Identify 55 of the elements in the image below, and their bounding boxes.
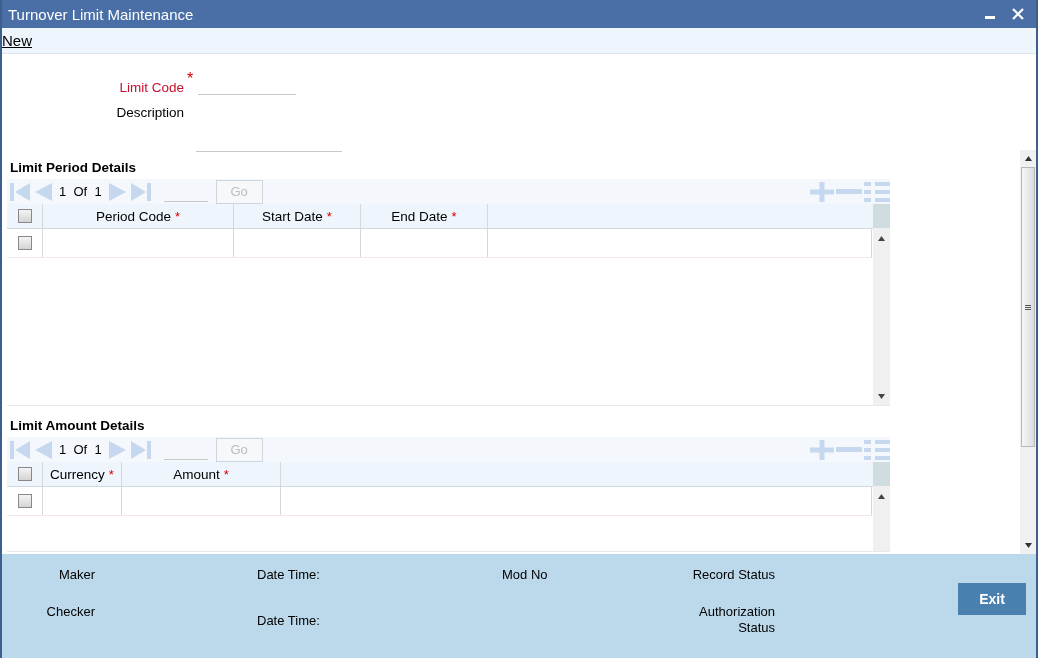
previous-page-icon[interactable] — [33, 180, 53, 203]
table-scrollbar[interactable] — [873, 462, 890, 551]
scroll-down-icon[interactable] — [1024, 543, 1032, 548]
page-indicator: 1 Of 1 — [58, 184, 103, 199]
date-time-label: Date Time: — [257, 613, 321, 630]
add-row-icon[interactable] — [810, 438, 834, 461]
required-mark: * — [175, 208, 181, 224]
close-icon[interactable] — [1012, 8, 1024, 20]
exit-button[interactable]: Exit — [958, 583, 1026, 615]
required-mark: * — [108, 466, 114, 482]
column-header: Period Code — [95, 208, 171, 224]
maker-label: Maker — [57, 567, 95, 584]
required-mark: * — [187, 70, 195, 88]
section-title: Limit Period Details — [10, 160, 138, 175]
last-page-icon[interactable] — [129, 438, 152, 461]
window-title: Turnover Limit Maintenance — [8, 5, 195, 23]
required-mark: * — [326, 208, 332, 224]
previous-page-icon[interactable] — [33, 438, 53, 461]
list-icon[interactable] — [864, 180, 890, 203]
delete-row-icon[interactable] — [836, 446, 862, 453]
row-checkbox[interactable] — [17, 236, 32, 250]
column-header: Amount — [173, 466, 220, 482]
required-mark: * — [451, 208, 457, 224]
date-time-label: Date Time: — [257, 567, 321, 584]
authorization-status-label: Authorization Status — [698, 604, 775, 637]
record-status-label: Record Status — [691, 567, 775, 584]
last-page-icon[interactable] — [129, 180, 152, 203]
column-header: Currency — [50, 466, 105, 482]
delete-row-icon[interactable] — [836, 188, 862, 195]
select-all-checkbox[interactable] — [17, 467, 32, 481]
field-label: Limit Code — [118, 80, 184, 95]
scroll-up-icon[interactable] — [1024, 156, 1032, 161]
row-checkbox[interactable] — [17, 494, 32, 508]
column-header: Start Date — [262, 208, 323, 224]
first-page-icon[interactable] — [9, 438, 31, 461]
select-all-checkbox[interactable] — [17, 209, 32, 223]
table-scrollbar[interactable] — [873, 204, 890, 405]
page-indicator: 1 Of 1 — [58, 442, 103, 457]
first-page-icon[interactable] — [9, 180, 31, 203]
scroll-up-icon[interactable] — [878, 236, 885, 241]
grip-icon — [1025, 304, 1031, 310]
field-label: Description — [115, 105, 184, 120]
scroll-up-icon[interactable] — [878, 494, 885, 499]
scroll-down-icon[interactable] — [878, 394, 885, 399]
next-page-icon[interactable] — [107, 438, 128, 461]
scrollbar-thumb[interactable] — [1021, 167, 1035, 447]
list-icon[interactable] — [864, 438, 890, 461]
next-page-icon[interactable] — [107, 180, 128, 203]
mod-no-label: Mod No — [502, 567, 549, 584]
new-link[interactable]: New — [2, 32, 32, 49]
section-title: Limit Amount Details — [10, 418, 146, 433]
page-scrollbar[interactable] — [1020, 150, 1036, 554]
add-row-icon[interactable] — [810, 180, 834, 203]
column-header: End Date — [391, 208, 448, 224]
required-mark: * — [223, 466, 229, 482]
